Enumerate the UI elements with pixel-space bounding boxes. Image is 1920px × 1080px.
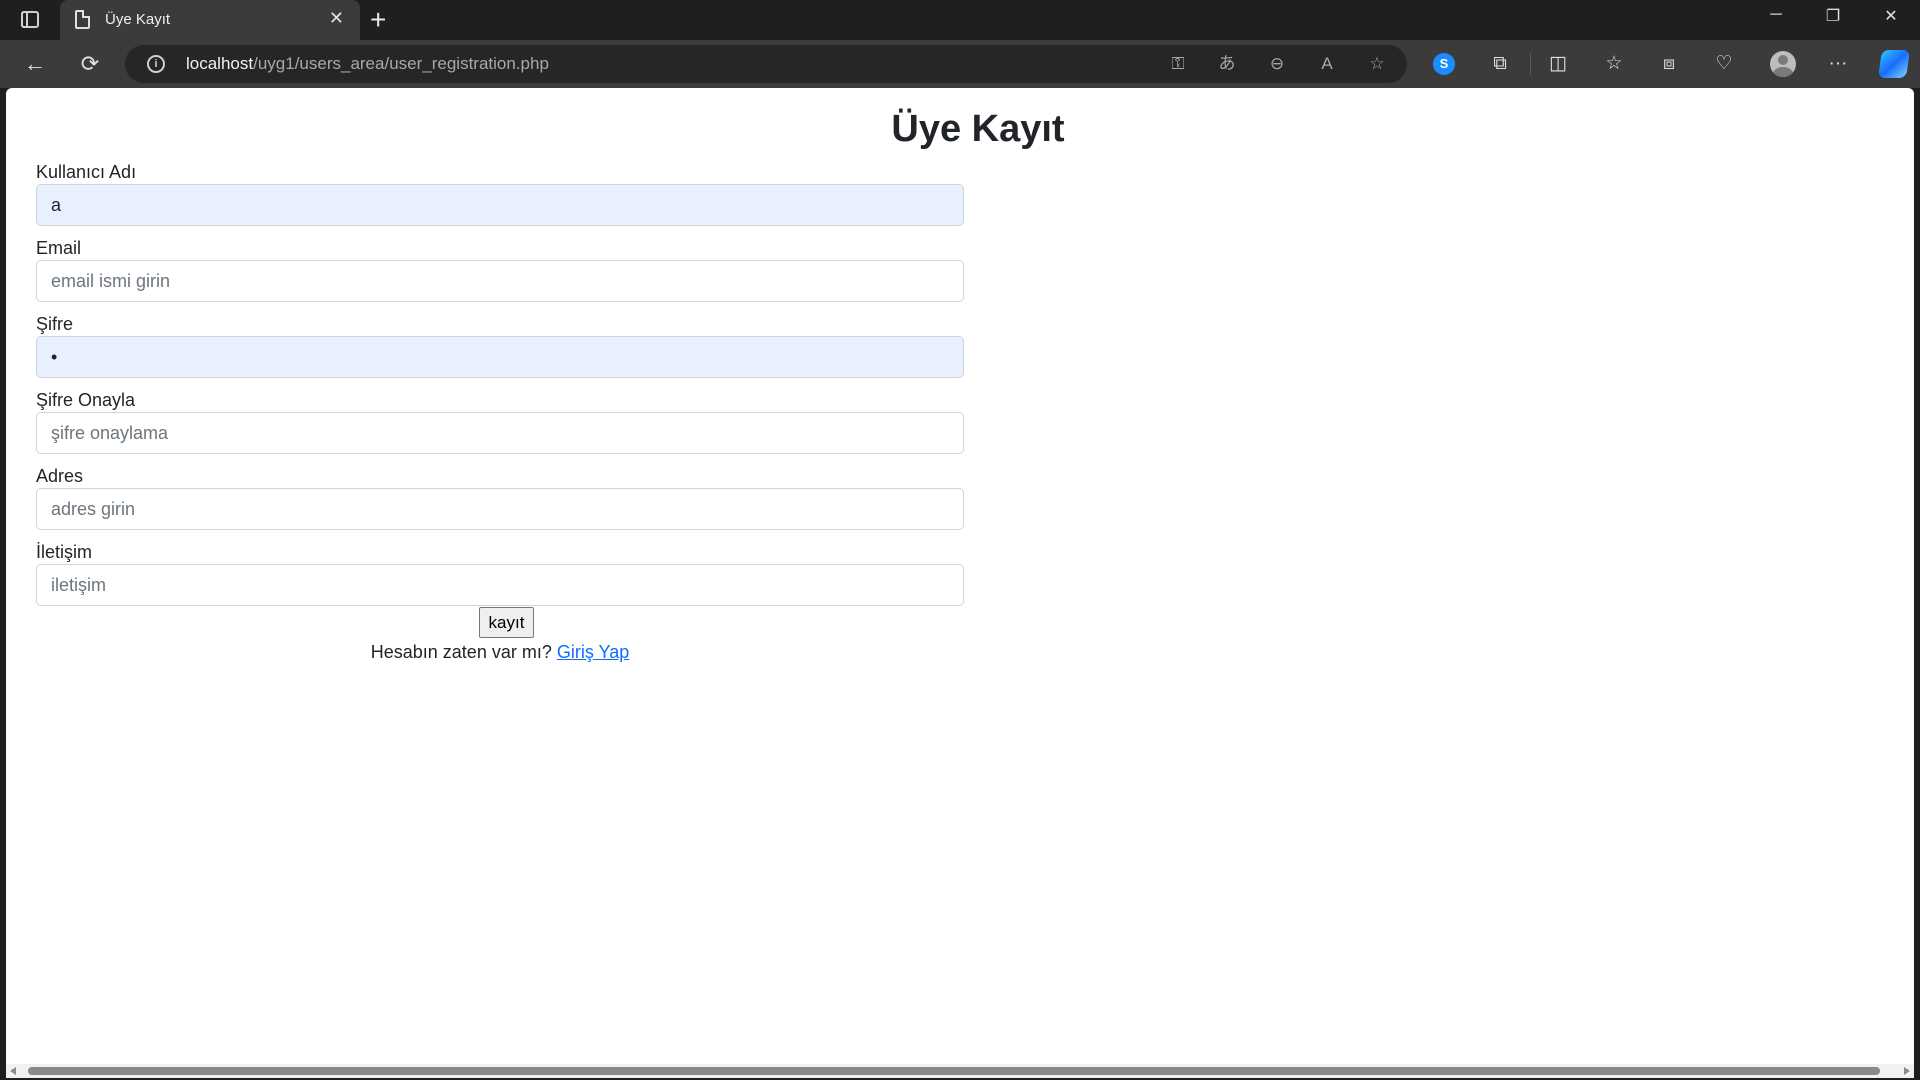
email-label: Email [36, 238, 82, 258]
scrollbar-thumb[interactable] [28, 1067, 1880, 1075]
username-label: Kullanıcı Adı [36, 162, 137, 182]
login-prompt-text: Hesabın zaten var mı? [370, 642, 552, 662]
close-tab-icon[interactable]: ✕ [329, 8, 344, 29]
username-input[interactable] [36, 184, 964, 226]
collections-icon[interactable]: ⧈ [1654, 50, 1684, 78]
url-path: /uyg1/users_area/user_registration.php [253, 54, 549, 73]
page-viewport: Üye Kayıt Kullanıcı Adı Email Şifre Şifr… [6, 88, 1914, 1078]
contact-label: İletişim [36, 542, 93, 562]
email-input[interactable] [36, 260, 964, 302]
register-button[interactable]: kayıt [479, 607, 534, 638]
confirm-password-label: Şifre Onayla [36, 390, 136, 410]
site-info-icon[interactable]: i [147, 55, 165, 73]
scroll-left-icon[interactable] [10, 1067, 16, 1075]
url-host: localhost [186, 54, 254, 73]
favorite-star-icon[interactable]: ☆ [1364, 53, 1390, 75]
new-tab-button[interactable]: + [370, 4, 386, 36]
horizontal-scrollbar[interactable] [6, 1064, 1914, 1078]
extensions-icon[interactable]: ⧉ [1485, 50, 1515, 78]
password-label: Şifre [36, 314, 74, 334]
restore-button[interactable]: ❐ [1813, 6, 1853, 26]
password-input[interactable] [36, 336, 964, 378]
login-link[interactable]: Giriş Yap [557, 642, 629, 662]
profile-avatar[interactable] [1770, 51, 1796, 77]
login-prompt: Hesabın zaten var mı? Giriş Yap [36, 642, 964, 663]
read-aloud-icon[interactable]: A [1314, 53, 1340, 75]
registration-form: Kullanıcı Adı Email Şifre Şifre Onayla A… [36, 160, 964, 663]
document-icon [75, 10, 90, 29]
address-url[interactable]: localhost/uyg1/users_area/user_registrat… [186, 54, 549, 74]
toolbar-divider [1530, 53, 1531, 75]
submit-row: kayıt [36, 606, 964, 638]
contact-input[interactable] [36, 564, 964, 606]
back-arrow-icon[interactable]: ← [20, 50, 50, 78]
close-window-button[interactable]: ✕ [1871, 6, 1911, 26]
reload-icon[interactable]: ⟳ [75, 50, 105, 78]
address-label: Adres [36, 466, 84, 486]
more-menu-icon[interactable]: ··· [1823, 50, 1853, 78]
copilot-icon[interactable] [1878, 50, 1910, 78]
confirm-password-input[interactable] [36, 412, 964, 454]
translate-icon[interactable]: あ [1214, 53, 1240, 75]
browser-tab[interactable]: Üye Kayıt ✕ [60, 0, 360, 40]
tab-title: Üye Kayıt [105, 11, 171, 28]
page-title: Üye Kayıt [891, 108, 1065, 150]
key-icon[interactable]: ⚿ [1165, 53, 1191, 75]
address-bar[interactable]: i localhost/uyg1/users_area/user_registr… [125, 45, 1407, 83]
shazam-extension-icon[interactable]: S [1433, 53, 1455, 75]
scroll-right-icon[interactable] [1904, 1067, 1910, 1075]
browser-essentials-icon[interactable]: ♡ [1709, 50, 1739, 78]
split-screen-icon[interactable]: ◫ [1543, 50, 1573, 78]
favorites-icon[interactable]: ☆ [1599, 50, 1629, 78]
minimize-button[interactable]: ─ [1756, 6, 1796, 24]
address-input[interactable] [36, 488, 964, 530]
tab-actions-icon[interactable] [18, 9, 42, 31]
browser-toolbar: ← ⟳ i localhost/uyg1/users_area/user_reg… [0, 40, 1920, 88]
title-bar: Üye Kayıt ✕ + ─ ❐ ✕ [0, 0, 1920, 40]
zoom-out-icon[interactable]: ⊖ [1264, 53, 1290, 75]
